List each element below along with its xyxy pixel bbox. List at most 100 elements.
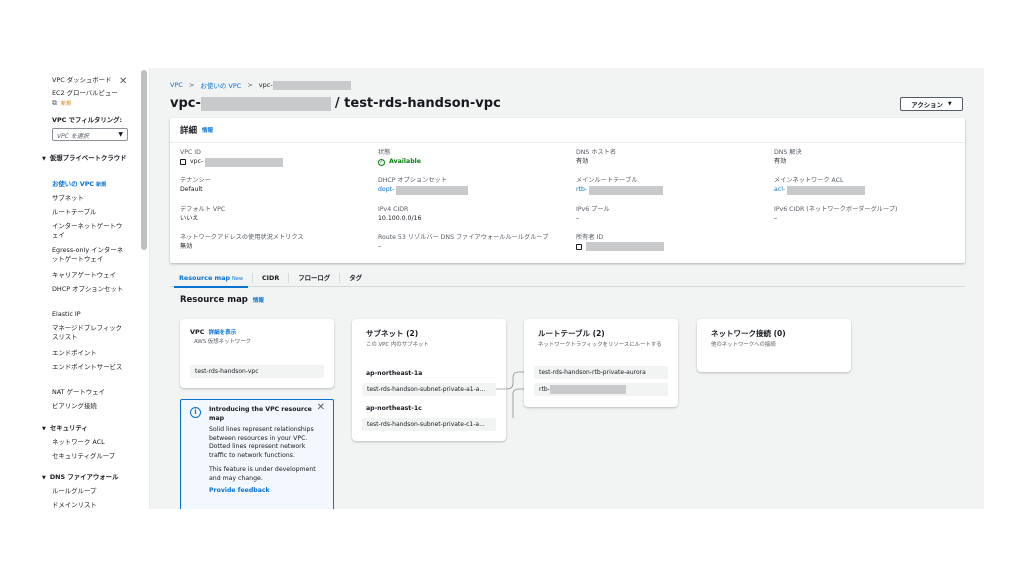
subnet-pill[interactable]: test-rds-handson-subnet-private-c1-a... (362, 418, 496, 431)
field-dns-resolution: DNS 解決 有効 (774, 148, 959, 167)
new-badge: 新規 (61, 101, 72, 107)
resource-map-title: Resource map 情報 (180, 295, 264, 305)
vpc-filter-placeholder: VPC を選択 (57, 133, 89, 140)
redacted-block (549, 385, 626, 394)
az-label: ap-northeast-1a (366, 370, 423, 377)
field-ipv6-cidr: IPv6 CIDR (ネットワークボーダーグループ) – (774, 205, 959, 224)
vpc-name-pill[interactable]: test-rds-handson-vpc (190, 365, 324, 378)
subnets-card: サブネット (2) この VPC 内のサブネット ap-northeast-1a… (352, 319, 506, 441)
sidebar-item-dhcp[interactable]: DHCP オプションセット (52, 285, 128, 294)
sidebar-item-prefix-lists[interactable]: マネージドプレフィックスリスト (52, 324, 128, 342)
breadcrumb-vpc[interactable]: VPC (170, 81, 183, 89)
page-title: vpc- / test-rds-handson-vpc (170, 96, 501, 111)
sidebar-item-network-acl[interactable]: ネットワーク ACL (52, 438, 128, 447)
tab-bar: Resource map New CIDR フローログ タグ (170, 269, 965, 288)
subnets-card-title: サブネット (2) (366, 329, 419, 338)
sidebar-item-nat-gw[interactable]: NAT ゲートウェイ (52, 388, 128, 397)
subnet-pill[interactable]: test-rds-handson-subnet-private-a1-a... (362, 383, 496, 396)
tab-label: Resource map (179, 273, 231, 282)
sidebar-item-rule-groups[interactable]: ルールグループ (52, 487, 128, 496)
sidebar-section-title: セキュリティ (49, 424, 88, 432)
field-key: Route 53 リゾルバー DNS ファイアウォールルールグループ (378, 234, 549, 241)
alert-title: Introducing the VPC resource map (209, 406, 312, 422)
redacted-block (200, 96, 331, 111)
sidebar-item-elastic-ip[interactable]: Elastic IP (52, 310, 128, 319)
field-dns-hostnames: DNS ホスト名 有効 (576, 148, 761, 167)
breadcrumb: VPC > お使いの VPC > vpc- (170, 80, 351, 90)
redacted-block (589, 185, 664, 195)
details-panel: 詳細 情報 VPC ID vpc- テナンシー Default デフォルト VP… (170, 118, 965, 263)
tab-resource-map[interactable]: Resource map New (170, 269, 252, 288)
chevron-right-icon: > (188, 81, 195, 89)
route-table-pill[interactable]: rtb- (534, 383, 668, 396)
copy-icon[interactable] (576, 243, 582, 250)
field-key: DNS 解決 (774, 149, 802, 156)
field-usage-metrics: ネットワークアドレスの使用状況メトリクス 無効 (180, 233, 365, 252)
provide-feedback-link[interactable]: Provide feedback (209, 487, 325, 496)
sidebar-section-security[interactable]: ▼ セキュリティ (42, 424, 128, 434)
field-key: IPv6 CIDR (ネットワークボーダーグループ) (774, 206, 898, 213)
subnets-card-subtitle: この VPC 内のサブネット (366, 342, 429, 348)
sidebar-item-label: お使いの VPC (52, 180, 95, 188)
vpc-card-subtitle: AWS 仮想ネットワーク (194, 339, 251, 345)
sidebar-item-route-tables[interactable]: ルートテーブル (52, 208, 128, 217)
sidebar-section-title: DNS ファイアウォール (49, 473, 119, 481)
copy-icon[interactable] (180, 159, 186, 165)
sidebar-item-carrier-gw[interactable]: キャリアゲートウェイ (52, 271, 128, 280)
sidebar-item-endpoints[interactable]: エンドポイント (52, 349, 128, 358)
field-key: IPv4 CIDR (378, 206, 409, 213)
page-title-prefix: vpc- (170, 96, 201, 111)
sidebar-scrollbar[interactable] (141, 70, 147, 250)
vpc-card: VPC 詳細を表示 AWS 仮想ネットワーク test-rds-handson-v… (180, 319, 334, 388)
tab-flow-logs[interactable]: フローログ (289, 269, 339, 287)
tab-tags[interactable]: タグ (340, 269, 371, 287)
field-value: 有効 (576, 158, 589, 165)
actions-button[interactable]: アクション ▼ (900, 97, 963, 111)
field-key: VPC ID (180, 149, 201, 156)
field-value: – (576, 215, 580, 222)
sidebar-item-subnets[interactable]: サブネット (52, 194, 128, 203)
details-title: 詳細 (180, 126, 198, 136)
external-link-icon: ⧉ (52, 99, 57, 107)
new-badge: New (232, 275, 243, 282)
field-key: 状態 (378, 149, 391, 156)
field-value: いいえ (180, 215, 199, 222)
sidebar-item-dashboard[interactable]: VPC ダッシュボード (52, 76, 128, 85)
tab-cidr[interactable]: CIDR (253, 269, 288, 287)
sidebar-item-domain-lists[interactable]: ドメインリスト (52, 501, 128, 509)
field-state: 状態 ✓ Available (378, 148, 563, 167)
sidebar-item-egress-igw[interactable]: Egress-only インターネットゲートウェイ (52, 246, 128, 264)
field-key: IPv6 プール (576, 206, 610, 213)
sidebar-item-igw[interactable]: インターネットゲートウェイ (52, 222, 128, 240)
sidebar-item-security-groups[interactable]: セキュリティグループ (52, 452, 128, 461)
field-value[interactable]: dopt- (378, 185, 563, 195)
field-value[interactable]: rtb- (576, 185, 761, 195)
sidebar-section-dns-firewall[interactable]: ▼ DNS ファイアウォール (42, 473, 128, 483)
field-value: – (774, 215, 778, 222)
vpc-filter-label: VPC でフィルタリング: (52, 116, 123, 124)
field-key: デフォルト VPC (180, 206, 226, 213)
sidebar-section-vpc[interactable]: ▼ 仮想プライベートクラウド (42, 154, 128, 164)
field-value: ✓ Available (378, 157, 563, 167)
redacted-block (396, 185, 469, 195)
network-card-title: ネットワーク接続 (0) (711, 329, 786, 338)
field-tenancy: テナンシー Default (180, 176, 365, 195)
show-details-link[interactable]: 詳細を表示 (209, 330, 237, 336)
sidebar-item-ec2-global-view[interactable]: EC2 グローバルビュー (52, 89, 128, 98)
field-main-network-acl: メインネットワーク ACL acl- (774, 176, 959, 195)
info-link[interactable]: 情報 (253, 296, 264, 304)
vpc-filter-select[interactable]: VPC を選択 ▼ (52, 128, 128, 141)
sidebar-item-endpoint-services[interactable]: エンドポイントサービス (52, 363, 128, 372)
field-value: 無効 (180, 243, 193, 250)
sidebar-item-ec2-global-view-ext[interactable]: ⧉ 新規 (52, 99, 128, 109)
info-link[interactable]: 情報 (202, 126, 213, 134)
route-table-pill[interactable]: test-rds-handson-rtb-private-aurora (534, 366, 668, 379)
sidebar-item-peering[interactable]: ピアリング接続 (52, 402, 128, 411)
close-icon[interactable]: ✕ (317, 403, 325, 413)
alert-paragraph: Solid lines represent relationships betw… (209, 426, 314, 459)
info-icon: i (190, 407, 201, 418)
breadcrumb-your-vpcs[interactable]: お使いの VPC (200, 80, 241, 90)
field-value (576, 242, 761, 251)
sidebar-item-your-vpcs[interactable]: お使いの VPC 新規 (52, 180, 128, 190)
field-value[interactable]: acl- (774, 185, 959, 195)
